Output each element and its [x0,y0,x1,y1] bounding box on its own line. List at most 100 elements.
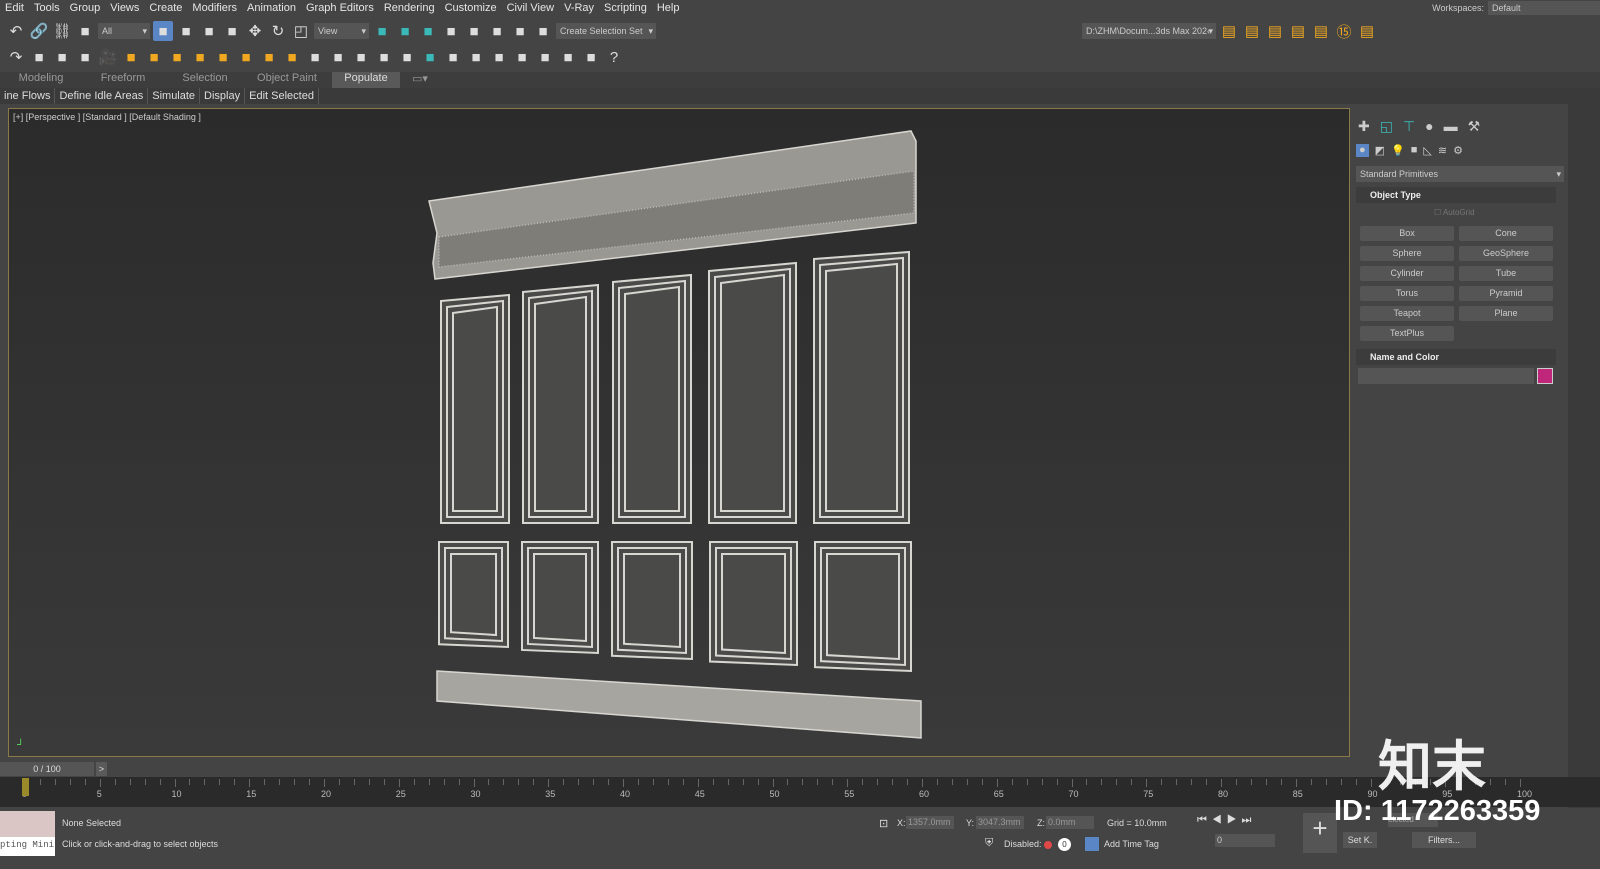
time-slider[interactable]: 0 / 100 > [0,762,107,776]
menu-civil-view[interactable]: Civil View [502,2,559,14]
modify-tab-icon[interactable]: ◱ [1380,118,1393,135]
sphere-button[interactable]: Sphere [1360,246,1454,261]
physical-camera-icon[interactable]: ■ [351,47,371,67]
menu-group[interactable]: Group [65,2,106,14]
ribbon-tab-freeform[interactable]: Freeform [82,72,164,88]
perspective-viewport[interactable]: [+] [Perspective ] [Standard ] [Default … [8,108,1350,757]
spinner-snap-icon[interactable]: ■ [510,21,530,41]
ribbon-item-display[interactable]: Display [200,88,246,104]
textplus-button[interactable]: TextPlus [1360,326,1454,341]
object-type-rollout[interactable]: Object Type [1356,187,1556,203]
menu-graph-editors[interactable]: Graph Editors [301,2,379,14]
render-icon[interactable]: ■ [512,47,532,67]
layer-icon[interactable]: ■ [52,47,72,67]
light-sphere-icon[interactable]: ■ [167,47,187,67]
light-ies-icon[interactable]: ■ [213,47,233,67]
set-key-button[interactable]: Set K. [1343,832,1377,848]
systems-icon[interactable]: ⚙ [1453,144,1463,157]
hierarchy-tab-icon[interactable]: ⊤ [1403,118,1415,135]
align-icon[interactable]: ■ [418,21,438,41]
name-color-rollout[interactable]: Name and Color [1356,349,1556,365]
light-sun-icon[interactable]: ■ [259,47,279,67]
dome-icon[interactable]: ■ [374,47,394,67]
utilities-tab-icon[interactable]: ⚒ [1468,118,1481,135]
light-mesh-icon[interactable]: ■ [190,47,210,67]
help-icon[interactable]: ? [604,47,624,67]
menu-customize[interactable]: Customize [440,2,502,14]
light-ambient-icon[interactable]: ■ [236,47,256,67]
undo-icon[interactable]: ↶ [6,21,26,41]
motion-tab-icon[interactable]: ● [1425,118,1433,135]
y-coord-input[interactable]: 3047.3mm [976,816,1024,829]
menu-modifiers[interactable]: Modifiers [187,2,242,14]
redo-icon[interactable]: ↷ [6,47,26,67]
ribbon-item-ine-flows[interactable]: ine Flows [0,88,56,104]
time-slider-next[interactable]: > [96,762,107,776]
layer-manager-icon[interactable]: ■ [75,47,95,67]
geosphere-button[interactable]: GeoSphere [1459,246,1553,261]
menu-edit[interactable]: Edit [0,2,29,14]
geometry-icon[interactable]: ● [1356,144,1369,157]
project-settings-icon[interactable]: ▤ [1219,21,1239,41]
link-icon[interactable]: 🔗 [29,21,49,41]
object-color-swatch[interactable] [1537,368,1553,384]
light-dome-icon[interactable]: ■ [144,47,164,67]
ribbon-item-simulate[interactable]: Simulate [148,88,201,104]
time-tag-icon[interactable] [1085,837,1099,851]
angle-snap-icon[interactable]: ■ [464,21,484,41]
maxscript-mini[interactable]: pting Mini [0,837,55,856]
tube-button[interactable]: Tube [1459,266,1553,281]
teapot-button[interactable]: Teapot [1360,306,1454,321]
material-sphere-icon[interactable]: ■ [443,47,463,67]
project-tree-icon[interactable]: ▤ [1288,21,1308,41]
proxy-icon[interactable]: ■ [305,47,325,67]
edit-named-sets-icon[interactable]: ■ [533,21,553,41]
x-coord-input[interactable]: 1357.0mm [906,816,954,829]
menu-scripting[interactable]: Scripting [599,2,652,14]
ribbon-tab-modeling[interactable]: Modeling [0,72,82,88]
bind-spacewarp-icon[interactable]: ■ [75,21,95,41]
helpers-icon[interactable]: ◺ [1423,144,1431,157]
save-project-icon[interactable]: ▤ [1265,21,1285,41]
menu-tools[interactable]: Tools [29,2,65,14]
plane-button[interactable]: Plane [1459,306,1553,321]
select-by-name-icon[interactable]: ■ [176,21,196,41]
history-icon[interactable]: ▤ [1357,21,1377,41]
playback-controls[interactable]: ⏮◀▶⏭ [1197,814,1256,827]
menu-rendering[interactable]: Rendering [379,2,440,14]
snap-toggle-icon[interactable]: ■ [441,21,461,41]
project-folder-dropdown[interactable]: D:\ZHM\Docum...3ds Max 202‹ [1082,23,1216,39]
fur-icon[interactable]: ■ [328,47,348,67]
time-slider-frame[interactable]: 0 / 100 [0,762,94,776]
material-editor-icon[interactable]: ■ [466,47,486,67]
spacewarps-icon[interactable]: ≋ [1438,144,1447,157]
unlink-icon[interactable]: ⛓ [52,21,72,41]
move-icon[interactable]: ✥ [245,21,265,41]
fire-icon[interactable]: ■ [420,47,440,67]
cylinder-button[interactable]: Cylinder [1360,266,1454,281]
ribbon-item-edit-selected[interactable]: Edit Selected [245,88,319,104]
absolute-mode-icon[interactable]: ⊡ [879,817,888,830]
light-spot-icon[interactable]: ■ [121,47,141,67]
torus-button[interactable]: Torus [1360,286,1454,301]
window-crossing-icon[interactable]: ■ [222,21,242,41]
select-object-icon[interactable]: ■ [153,21,173,41]
z-coord-input[interactable]: 0.0mm [1046,816,1094,829]
ribbon-tab-populate[interactable]: Populate [332,72,400,88]
maxscript-listener[interactable] [0,811,55,837]
open-project-icon[interactable]: ▤ [1242,21,1262,41]
ribbon-tab-object-paint[interactable]: Object Paint [246,72,328,88]
create-tab-icon[interactable]: ✚ [1358,118,1370,135]
autobackup-icon[interactable]: ▤ [1311,21,1331,41]
menu-views[interactable]: Views [105,2,144,14]
cameras-icon[interactable]: ■ [1411,144,1418,157]
selection-filter-dropdown[interactable]: All [98,23,150,39]
menu-v-ray[interactable]: V-Ray [559,2,599,14]
category-dropdown[interactable]: Standard Primitives [1356,166,1564,182]
record-icon[interactable] [1044,841,1052,849]
time-cursor[interactable] [22,778,29,796]
menu-animation[interactable]: Animation [242,2,301,14]
object-name-input[interactable] [1358,368,1534,384]
placement-icon[interactable]: ■ [372,21,392,41]
shapes-icon[interactable]: ◩ [1375,144,1385,157]
